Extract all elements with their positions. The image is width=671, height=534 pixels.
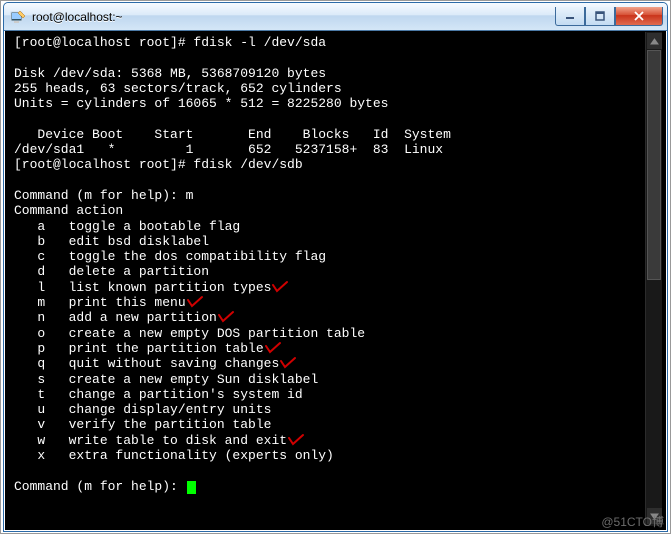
fdisk-menu-item: b edit bsd disklabel (14, 234, 661, 249)
putty-icon (10, 9, 26, 25)
partition-table-header: Device Boot Start End Blocks Id System (14, 127, 661, 142)
terminal-line (14, 111, 661, 126)
terminal-line: Units = cylinders of 16065 * 512 = 82252… (14, 96, 661, 111)
fdisk-menu-item: d delete a partition (14, 264, 661, 279)
minimize-button[interactable] (555, 7, 585, 26)
window-buttons (555, 7, 663, 26)
terminal-line: Disk /dev/sda: 5368 MB, 5368709120 bytes (14, 66, 661, 81)
terminal[interactable]: [root@localhost root]# fdisk -l /dev/sda… (8, 31, 663, 527)
terminal-line: 255 heads, 63 sectors/track, 652 cylinde… (14, 81, 661, 96)
putty-window: root@localhost:~ [root@localhost root]# … (3, 2, 668, 532)
fdisk-menu-item: c toggle the dos compatibility flag (14, 249, 661, 264)
fdisk-menu-item: s create a new empty Sun disklabel (14, 372, 661, 387)
prompt-line: Command (m for help): (14, 479, 661, 494)
fdisk-menu-item: o create a new empty DOS partition table (14, 326, 661, 341)
partition-table-row: /dev/sda1 * 1 652 5237158+ 83 Linux (14, 142, 661, 157)
fdisk-menu-item: v verify the partition table (14, 417, 661, 432)
scroll-thumb[interactable] (647, 50, 661, 280)
fdisk-menu-item: n add a new partition (14, 310, 661, 325)
prompt-line: [root@localhost root]# fdisk /dev/sdb (14, 157, 661, 172)
terminal-line (14, 50, 661, 65)
fdisk-menu-item: l list known partition types (14, 280, 661, 295)
fdisk-menu-item: q quit without saving changes (14, 356, 661, 371)
terminal-line: Command action (14, 203, 661, 218)
checkmark-icon (264, 341, 282, 355)
checkmark-icon (217, 310, 235, 324)
maximize-button[interactable] (585, 7, 615, 26)
scroll-up-button[interactable] (647, 33, 662, 49)
fdisk-menu-item: a toggle a bootable flag (14, 219, 661, 234)
scrollbar[interactable] (645, 32, 662, 526)
checkmark-icon (287, 433, 305, 447)
fdisk-menu-item: u change display/entry units (14, 402, 661, 417)
checkmark-icon (271, 280, 289, 294)
fdisk-menu-item: m print this menu (14, 295, 661, 310)
checkmark-icon (186, 295, 204, 309)
viewport: root@localhost:~ [root@localhost root]# … (0, 0, 671, 534)
terminal-line (14, 463, 661, 478)
terminal-line (14, 173, 661, 188)
prompt-line: [root@localhost root]# fdisk -l /dev/sda (14, 35, 661, 50)
window-title: root@localhost:~ (32, 10, 555, 24)
fdisk-menu-item: x extra functionality (experts only) (14, 448, 661, 463)
close-button[interactable] (615, 7, 663, 26)
fdisk-menu-item: t change a partition's system id (14, 387, 661, 402)
terminal-line: Command (m for help): m (14, 188, 661, 203)
cursor (187, 481, 196, 494)
fdisk-menu-item: p print the partition table (14, 341, 661, 356)
scroll-down-button[interactable] (647, 508, 662, 524)
fdisk-menu-item: w write table to disk and exit (14, 433, 661, 448)
titlebar[interactable]: root@localhost:~ (4, 3, 667, 31)
scroll-track[interactable] (646, 50, 662, 508)
checkmark-icon (279, 356, 297, 370)
